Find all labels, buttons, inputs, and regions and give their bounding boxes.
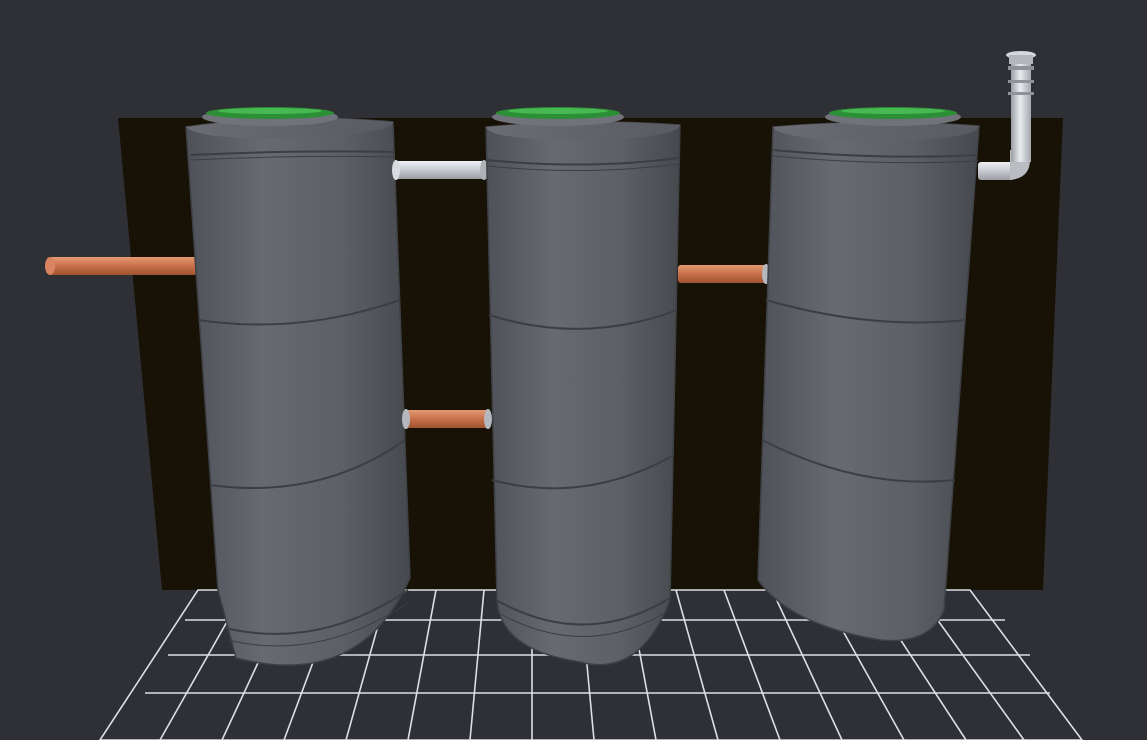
connector-pipe-gray-1 [392,160,488,180]
3d-viewport[interactable] [0,0,1147,740]
tank-3-lid[interactable] [825,107,961,126]
inlet-pipe [45,257,198,275]
tank-1-lid[interactable] [202,107,338,126]
connector-pipe-orange-1 [402,409,492,429]
tank-2-lid[interactable] [492,107,624,126]
tank-1[interactable] [185,117,411,666]
tank-3[interactable] [757,121,980,642]
tank-2[interactable] [485,121,681,666]
connector-pipe-orange-2 [678,264,770,284]
